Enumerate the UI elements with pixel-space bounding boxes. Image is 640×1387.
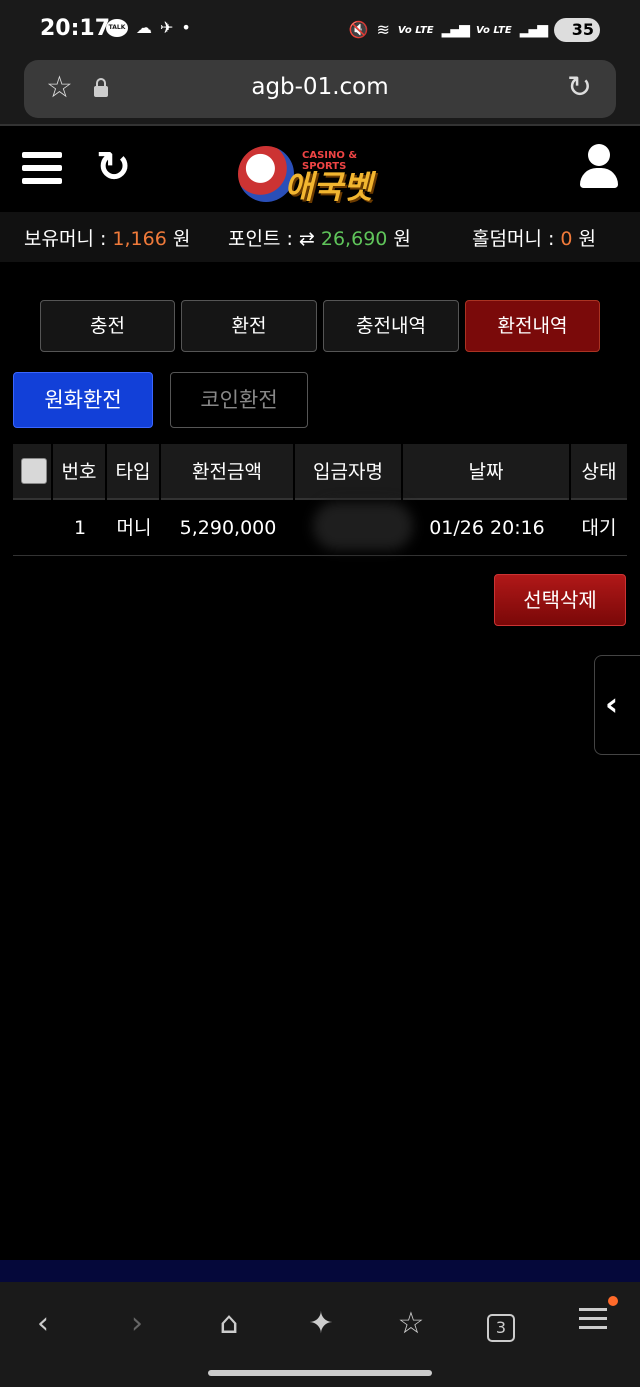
points-value: 26,690: [314, 228, 388, 250]
side-panel-toggle[interactable]: ‹: [594, 655, 640, 755]
user-icon[interactable]: [580, 144, 618, 188]
kakaotalk-icon: TALK: [106, 19, 128, 37]
row-type: 머니: [116, 517, 152, 539]
tab-krw-withdraw[interactable]: 원화환전: [13, 372, 153, 428]
refresh-icon[interactable]: ↻: [96, 142, 131, 192]
signal-icon: ▂▄▆: [441, 22, 470, 38]
url-text[interactable]: agb-01.com: [24, 74, 616, 100]
site-header: ↻ CASINO & SPORTS 애국벳: [0, 128, 640, 212]
points[interactable]: 포인트 : ⇄ 26,690 원: [228, 224, 411, 251]
address-bar[interactable]: ☆ agb-01.com ↻: [24, 60, 616, 118]
tab-deposit-history[interactable]: 충전내역: [323, 300, 459, 352]
header-number: 번호: [53, 444, 107, 500]
row-amount: 5,290,000: [179, 517, 277, 539]
sparkle-icon[interactable]: ✦: [296, 1302, 346, 1346]
battery-icon: 35: [554, 18, 600, 42]
menu-icon[interactable]: [568, 1302, 618, 1346]
holding-money: 보유머니 : 1,166 원: [24, 228, 191, 250]
menu-notification-dot: [608, 1296, 618, 1306]
nav-strip: [0, 1260, 640, 1282]
tab-withdraw-history[interactable]: 환전내역: [465, 300, 600, 352]
status-bar: 20:17 TALK ☁ ✈ • 🔇 ≋ Vo LTE ▂▄▆ Vo LTE ▂…: [0, 0, 640, 60]
tab-coin-withdraw[interactable]: 코인환전: [170, 372, 308, 428]
home-icon[interactable]: ⌂: [204, 1302, 254, 1346]
tabs-icon[interactable]: 3: [476, 1302, 526, 1346]
system-icons: 🔇 ≋ Vo LTE ▂▄▆ Vo LTE ▂▄▆ 35: [349, 18, 600, 42]
browser-bottom-nav: ‹ › ⌂ ✦ ☆ 3: [0, 1282, 640, 1387]
header-depositor: 입금자명: [295, 444, 403, 500]
tab-withdraw[interactable]: 환전: [181, 300, 317, 352]
point-convert-icon[interactable]: ⇄: [299, 228, 315, 250]
table-header: 번호 타입 환전금액 입금자명 날짜 상태: [13, 444, 627, 500]
game-icon: ✈: [160, 18, 174, 37]
chevron-left-icon: ‹: [605, 685, 619, 723]
volte-icon: Vo LTE: [397, 24, 434, 36]
redacted-depositor-name: [313, 502, 413, 550]
holdem-money: 홀덤머니 : 0 원: [472, 228, 597, 250]
wifi-icon: ≋: [376, 20, 390, 39]
notification-icons: TALK ☁ ✈ •: [106, 19, 191, 37]
holding-money-value: 1,166: [112, 228, 167, 250]
site-logo[interactable]: CASINO & SPORTS 애국벳: [232, 136, 402, 208]
tab-deposit[interactable]: 충전: [40, 300, 175, 352]
row-number: 1: [73, 517, 87, 539]
bookmarks-icon[interactable]: ☆: [386, 1302, 436, 1346]
logo-title: 애국벳: [284, 168, 373, 206]
volte-icon-2: Vo LTE: [475, 24, 512, 36]
balance-bar: 보유머니 : 1,166 원 포인트 : ⇄ 26,690 원 홀덤머니 : 0…: [0, 212, 640, 262]
hamburger-menu-icon[interactable]: [22, 152, 62, 186]
cloud-icon: ☁: [136, 18, 152, 37]
header-date: 날짜: [403, 444, 571, 500]
status-time: 20:17: [40, 16, 111, 41]
delete-selected-button[interactable]: 선택삭제: [494, 574, 626, 626]
back-icon[interactable]: ‹: [18, 1302, 68, 1346]
more-notifications-dot-icon: •: [181, 18, 191, 37]
header-checkbox-cell: [13, 444, 53, 500]
header-status: 상태: [581, 461, 617, 483]
mute-icon: 🔇: [348, 20, 369, 39]
header-type: 타입: [107, 444, 161, 500]
header-amount: 환전금액: [161, 444, 295, 500]
signal-icon-2: ▂▄▆: [519, 22, 548, 38]
holdem-money-value: 0: [560, 228, 573, 250]
select-all-checkbox[interactable]: [21, 458, 47, 484]
table-row[interactable]: 1 머니 5,290,000 01/26 20:16 대기: [13, 500, 627, 556]
row-status: 대기: [581, 517, 617, 539]
home-indicator[interactable]: [208, 1370, 432, 1376]
tab-count: 3: [487, 1314, 515, 1342]
forward-icon[interactable]: ›: [112, 1302, 162, 1346]
row-date: 01/26 20:16: [429, 517, 545, 539]
browser-toolbar: ☆ agb-01.com ↻: [0, 60, 640, 126]
reload-icon[interactable]: ↻: [567, 70, 592, 106]
